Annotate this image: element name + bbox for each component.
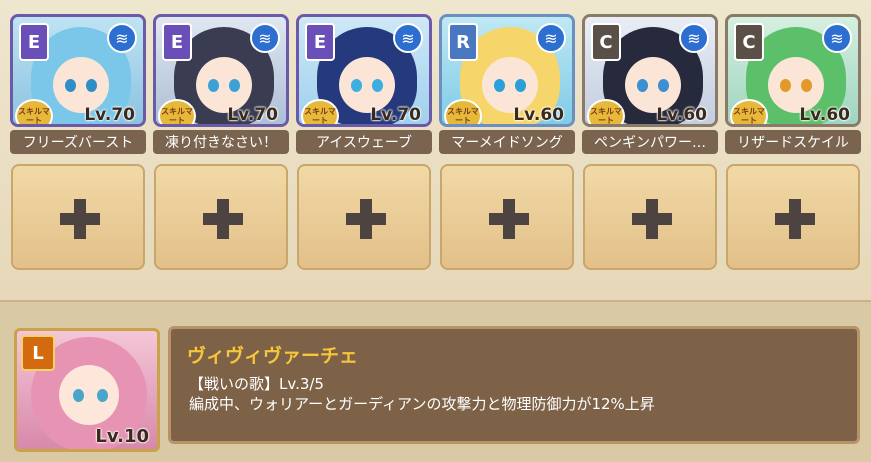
water-element-icon: ≋ bbox=[107, 23, 137, 53]
water-element-icon: ≋ bbox=[250, 23, 280, 53]
empty-slot-button[interactable] bbox=[11, 164, 145, 270]
character-portrait: C ≋ スキルマート Lv.60 bbox=[725, 14, 861, 127]
skill-stamp: スキルマート bbox=[730, 99, 768, 124]
party-member-card[interactable]: E ≋ スキルマート Lv.70 アイスウェーブ bbox=[296, 14, 432, 154]
leader-badge: L bbox=[21, 335, 55, 371]
water-element-icon: ≋ bbox=[536, 23, 566, 53]
skill-stamp: スキルマート bbox=[444, 99, 482, 124]
leader-skill-info: ヴィヴィヴァーチェ 【戦いの歌】Lv.3/5 編成中、ウォリアーとガーディアンの… bbox=[168, 326, 860, 444]
plus-icon bbox=[346, 199, 386, 239]
skill-stamp: スキルマート bbox=[587, 99, 625, 124]
level-label: Lv.60 bbox=[513, 105, 564, 125]
level-label: Lv.60 bbox=[656, 105, 707, 125]
plus-icon bbox=[203, 199, 243, 239]
character-portrait: R ≋ スキルマート Lv.60 bbox=[439, 14, 575, 127]
empty-slot-button[interactable] bbox=[297, 164, 431, 270]
skill-name-label: アイスウェーブ bbox=[296, 130, 432, 154]
rank-badge: R bbox=[448, 23, 478, 61]
party-member-card[interactable]: C ≋ スキルマート Lv.60 ペンギンパワー… bbox=[582, 14, 718, 154]
rank-badge: C bbox=[591, 23, 621, 61]
party-member-card[interactable]: C ≋ スキルマート Lv.60 リザードスケイル bbox=[725, 14, 861, 154]
character-portrait: E ≋ スキルマート Lv.70 bbox=[10, 14, 146, 127]
empty-slot-button[interactable] bbox=[726, 164, 860, 270]
skill-name-label: フリーズバースト bbox=[10, 130, 146, 154]
water-element-icon: ≋ bbox=[822, 23, 852, 53]
water-element-icon: ≋ bbox=[679, 23, 709, 53]
skill-stamp: スキルマート bbox=[301, 99, 339, 124]
leader-skill-description: 編成中、ウォリアーとガーディアンの攻撃力と物理防御力が12%上昇 bbox=[189, 395, 655, 413]
plus-icon bbox=[60, 199, 100, 239]
leader-name: ヴィヴィヴァーチェ bbox=[187, 345, 359, 367]
skill-name-label: リザードスケイル bbox=[725, 130, 861, 154]
skill-name-label: 凍り付きなさい！ bbox=[153, 130, 289, 154]
leader-skill-title: 【戦いの歌】Lv.3/5 bbox=[189, 375, 324, 393]
empty-slot-button[interactable] bbox=[583, 164, 717, 270]
rank-badge: E bbox=[162, 23, 192, 61]
rank-badge: C bbox=[734, 23, 764, 61]
skill-stamp: スキルマート bbox=[15, 99, 53, 124]
character-portrait: E ≋ スキルマート Lv.70 bbox=[296, 14, 432, 127]
skill-stamp: スキルマート bbox=[158, 99, 196, 124]
plus-icon bbox=[632, 199, 672, 239]
level-label: Lv.70 bbox=[84, 105, 135, 125]
level-label: Lv.60 bbox=[799, 105, 850, 125]
plus-icon bbox=[775, 199, 815, 239]
level-label: Lv.70 bbox=[370, 105, 421, 125]
empty-slot-button[interactable] bbox=[440, 164, 574, 270]
skill-name-label: ペンギンパワー… bbox=[582, 130, 718, 154]
level-label: Lv.70 bbox=[227, 105, 278, 125]
plus-icon bbox=[489, 199, 529, 239]
empty-slot-button[interactable] bbox=[154, 164, 288, 270]
character-portrait: E ≋ スキルマート Lv.70 bbox=[153, 14, 289, 127]
party-member-card[interactable]: E ≋ スキルマート Lv.70 フリーズバースト bbox=[10, 14, 146, 154]
leader-portrait[interactable]: L Lv.10 bbox=[14, 328, 160, 452]
skill-name-label: マーメイドソング bbox=[439, 130, 575, 154]
party-member-card[interactable]: R ≋ スキルマート Lv.60 マーメイドソング bbox=[439, 14, 575, 154]
rank-badge: E bbox=[19, 23, 49, 61]
character-portrait: C ≋ スキルマート Lv.60 bbox=[582, 14, 718, 127]
party-member-card[interactable]: E ≋ スキルマート Lv.70 凍り付きなさい！ bbox=[153, 14, 289, 154]
water-element-icon: ≋ bbox=[393, 23, 423, 53]
leader-level-label: Lv.10 bbox=[95, 426, 149, 447]
rank-badge: E bbox=[305, 23, 335, 61]
